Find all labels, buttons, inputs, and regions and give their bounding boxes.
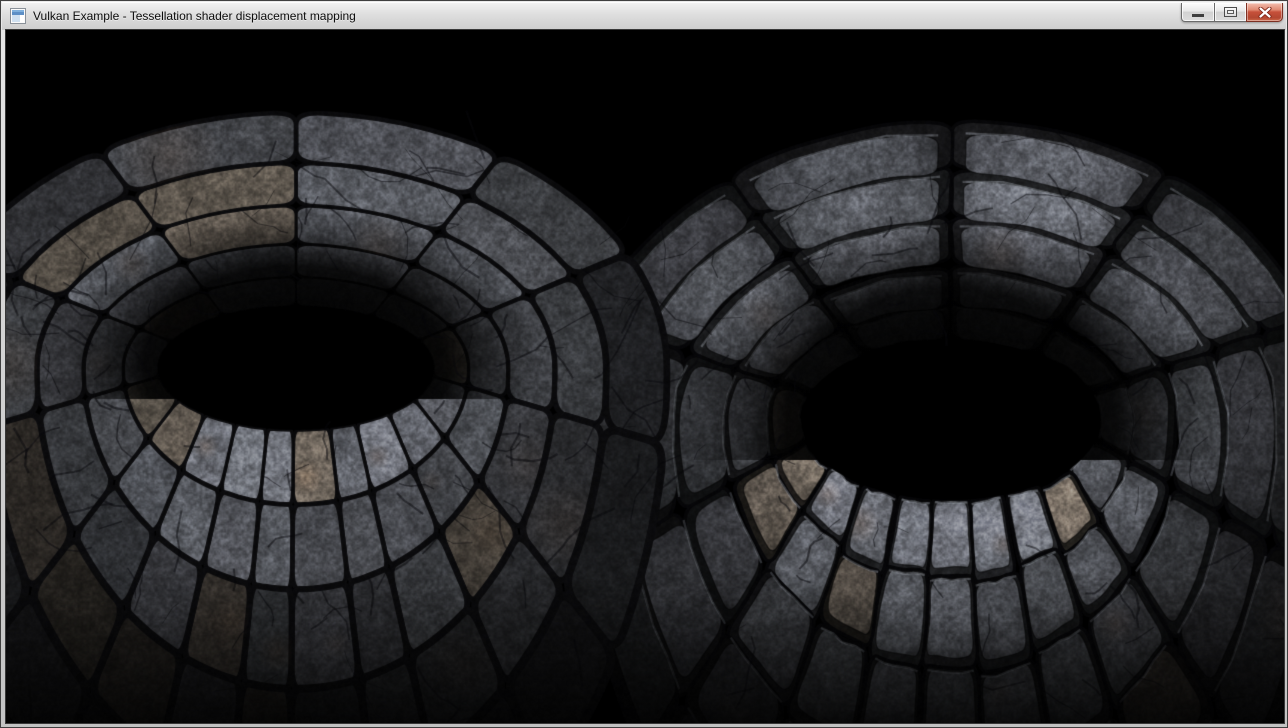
- render-viewport: [6, 30, 1284, 723]
- vulkan-render-canvas[interactable]: [6, 30, 1284, 723]
- app-icon: [10, 8, 26, 24]
- vulkan-example-window: Vulkan Example - Tessellation shader dis…: [0, 0, 1288, 728]
- window-title: Vulkan Example - Tessellation shader dis…: [33, 9, 356, 23]
- window-titlebar[interactable]: Vulkan Example - Tessellation shader dis…: [2, 2, 1286, 30]
- window-controls: [1181, 3, 1283, 22]
- maximize-button[interactable]: [1214, 3, 1247, 22]
- close-button[interactable]: [1246, 3, 1283, 22]
- maximize-icon: [1224, 7, 1237, 17]
- minimize-icon: [1192, 14, 1204, 17]
- minimize-button[interactable]: [1181, 3, 1215, 22]
- close-icon: [1258, 7, 1272, 18]
